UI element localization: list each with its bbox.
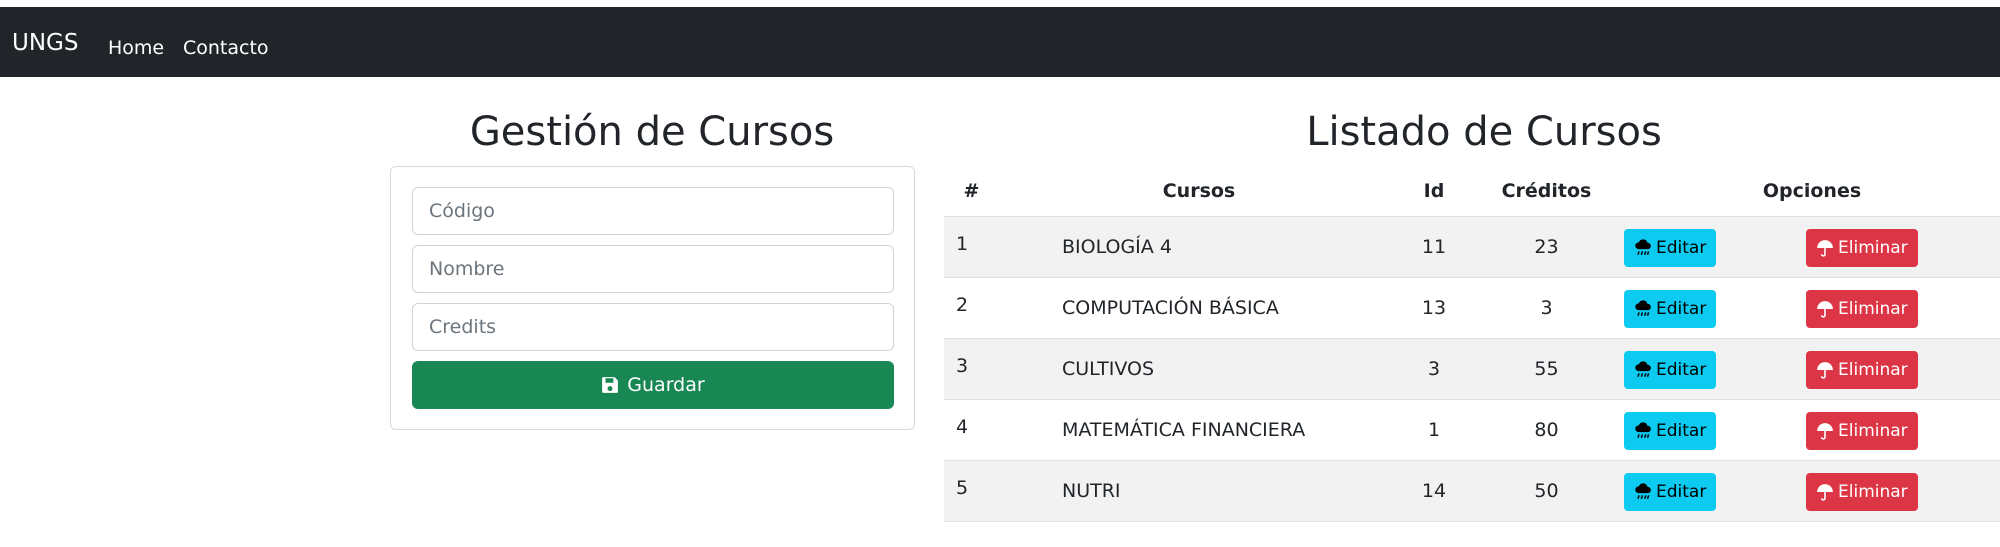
row-options: Editar Eliminar	[1624, 338, 2000, 400]
top-navbar: UNGS Home Contacto	[0, 7, 2000, 77]
row-course: MATEMÁTICA FINANCIERA	[999, 399, 1399, 461]
cloud-rain-icon	[1635, 299, 1651, 316]
edit-button[interactable]: Editar	[1624, 350, 1717, 389]
cloud-rain-icon	[1635, 238, 1651, 255]
edit-button[interactable]: Editar	[1624, 411, 1717, 450]
row-num: 5	[944, 460, 999, 522]
edit-button[interactable]: Editar	[1624, 472, 1717, 511]
row-id: 13	[1399, 277, 1469, 339]
edit-button-label: Editar	[1656, 420, 1707, 441]
table-header-row: # Cursos Id Créditos Opciones	[944, 166, 2000, 217]
table-row: 5 NUTRI 14 50 Editar Eliminar	[944, 460, 2000, 522]
delete-button[interactable]: Eliminar	[1806, 228, 1918, 267]
row-id: 1	[1399, 399, 1469, 461]
row-options: Editar Eliminar	[1624, 460, 2000, 522]
row-course: COMPUTACIÓN BÁSICA	[999, 277, 1399, 339]
umbrella-icon	[1817, 239, 1833, 257]
header-credits: Créditos	[1469, 166, 1624, 217]
delete-button[interactable]: Eliminar	[1806, 411, 1918, 450]
brand-link[interactable]: UNGS	[12, 29, 78, 57]
table-row: 4 MATEMÁTICA FINANCIERA 1 80 Editar Elim…	[944, 399, 2000, 461]
edit-button-label: Editar	[1656, 359, 1707, 380]
row-id: 3	[1399, 338, 1469, 400]
delete-button-label: Eliminar	[1838, 298, 1908, 319]
row-num: 3	[944, 338, 999, 400]
row-options: Editar Eliminar	[1624, 216, 2000, 278]
row-id: 11	[1399, 216, 1469, 278]
row-course: CULTIVOS	[999, 338, 1399, 400]
row-id: 14	[1399, 460, 1469, 522]
table-row: 2 COMPUTACIÓN BÁSICA 13 3 Editar Elimina…	[944, 277, 2000, 339]
code-input[interactable]	[412, 187, 894, 235]
list-title: Listado de Cursos	[1306, 109, 1662, 155]
delete-button[interactable]: Eliminar	[1806, 472, 1918, 511]
edit-button[interactable]: Editar	[1624, 289, 1717, 328]
row-num: 1	[944, 216, 999, 278]
umbrella-icon	[1817, 483, 1833, 501]
header-options: Opciones	[1624, 166, 2000, 217]
edit-button[interactable]: Editar	[1624, 228, 1717, 267]
floppy-disk-icon	[602, 377, 619, 393]
delete-button[interactable]: Eliminar	[1806, 350, 1918, 389]
table-row: 1 BIOLOGÍA 4 11 23 Editar Eliminar	[944, 216, 2000, 278]
row-credits: 23	[1469, 216, 1624, 278]
name-input[interactable]	[412, 245, 894, 293]
delete-button-label: Eliminar	[1838, 359, 1908, 380]
umbrella-icon	[1817, 361, 1833, 379]
delete-button-label: Eliminar	[1838, 237, 1908, 258]
row-course: NUTRI	[999, 460, 1399, 522]
delete-button[interactable]: Eliminar	[1806, 289, 1918, 328]
umbrella-icon	[1817, 300, 1833, 318]
cloud-rain-icon	[1635, 360, 1651, 377]
row-options-wrap: Editar Eliminar	[1624, 217, 2000, 277]
edit-button-label: Editar	[1656, 481, 1707, 502]
row-options: Editar Eliminar	[1624, 399, 2000, 461]
edit-button-label: Editar	[1656, 298, 1707, 319]
nav-contact-link[interactable]: Contacto	[183, 36, 269, 60]
row-options-wrap: Editar Eliminar	[1624, 400, 2000, 460]
row-num: 2	[944, 277, 999, 339]
save-button[interactable]: Guardar	[412, 361, 894, 409]
umbrella-icon	[1817, 422, 1833, 440]
delete-button-label: Eliminar	[1838, 420, 1908, 441]
save-button-label: Guardar	[627, 374, 705, 396]
row-credits: 50	[1469, 460, 1624, 522]
delete-button-label: Eliminar	[1838, 481, 1908, 502]
edit-button-label: Editar	[1656, 237, 1707, 258]
row-options-wrap: Editar Eliminar	[1624, 278, 2000, 338]
row-options-wrap: Editar Eliminar	[1624, 339, 2000, 399]
nav-home-link[interactable]: Home	[108, 36, 164, 60]
row-credits: 3	[1469, 277, 1624, 339]
row-course: BIOLOGÍA 4	[999, 216, 1399, 278]
row-options: Editar Eliminar	[1624, 277, 2000, 339]
cloud-rain-icon	[1635, 482, 1651, 499]
table-row: 3 CULTIVOS 3 55 Editar Eliminar	[944, 338, 2000, 400]
header-id: Id	[1399, 166, 1469, 217]
courses-table: # Cursos Id Créditos Opciones 1 BIOLOGÍA…	[944, 166, 2000, 522]
row-options-wrap: Editar Eliminar	[1624, 461, 2000, 521]
header-num: #	[944, 166, 999, 217]
row-num: 4	[944, 399, 999, 461]
course-form-card: Guardar	[390, 166, 915, 430]
row-credits: 80	[1469, 399, 1624, 461]
row-credits: 55	[1469, 338, 1624, 400]
form-title: Gestión de Cursos	[469, 109, 835, 155]
credits-input[interactable]	[412, 303, 894, 351]
cloud-rain-icon	[1635, 421, 1651, 438]
header-course: Cursos	[999, 166, 1399, 217]
